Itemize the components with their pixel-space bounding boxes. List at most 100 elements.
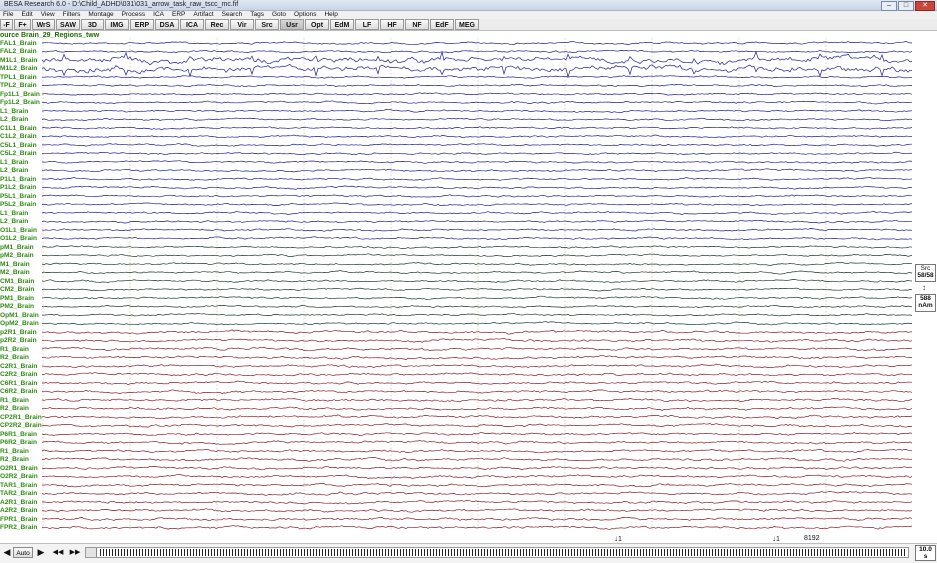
channel-label[interactable]: C2R2_Brain xyxy=(0,371,37,378)
channel-trace xyxy=(41,270,913,275)
play-icon[interactable]: ▶ xyxy=(35,546,47,559)
channel-label[interactable]: L1_Brain xyxy=(0,210,28,217)
channel-trace xyxy=(42,457,913,462)
channel-label[interactable]: P5L2_Brain xyxy=(0,201,36,208)
channel-label[interactable]: CP2R2_Brain xyxy=(0,422,42,429)
timeline-thumb[interactable] xyxy=(86,548,97,557)
channel-trace xyxy=(41,117,913,122)
channel-trace xyxy=(41,482,913,488)
first-page-icon[interactable]: ◀ xyxy=(2,546,12,559)
channel-label[interactable]: Fp1L1_Brain xyxy=(0,91,40,98)
channel-label[interactable]: P5L1_Brain xyxy=(0,193,36,200)
channel-label[interactable]: P1L2_Brain xyxy=(0,184,36,191)
channel-label[interactable]: FAL1_Brain xyxy=(0,40,37,47)
time-scale-unit: s xyxy=(923,553,928,560)
channel-label[interactable]: A2R2_Brain xyxy=(0,507,37,514)
channel-label[interactable]: C5L1_Brain xyxy=(0,142,37,149)
channel-label[interactable]: O1L2_Brain xyxy=(0,235,37,242)
channel-label[interactable]: R1_Brain xyxy=(0,346,29,353)
navigation-bar: ◀ Auto ▶ ◀◀ ▶▶ 10.0 s xyxy=(0,543,937,563)
channel-label[interactable]: R2_Brain xyxy=(0,456,29,463)
time-scale-box[interactable]: 10.0 s xyxy=(915,545,936,561)
page-back-icon[interactable]: ◀◀ xyxy=(50,546,66,559)
channel-label[interactable]: CM2_Brain xyxy=(0,286,34,293)
channel-label[interactable]: O2R2_Brain xyxy=(0,473,38,480)
channel-label[interactable]: C5L2_Brain xyxy=(0,150,37,157)
channel-label[interactable]: O1L1_Brain xyxy=(0,227,37,234)
channel-label[interactable]: C2R1_Brain xyxy=(0,363,37,370)
channel-label[interactable]: OpM1_Brain xyxy=(0,312,39,319)
channel-label[interactable]: TAR2_Brain xyxy=(0,490,37,497)
channel-label[interactable]: FAL2_Brain xyxy=(0,48,37,55)
channel-label[interactable]: P6R1_Brain xyxy=(0,431,37,438)
channel-label[interactable]: OpM2_Brain xyxy=(0,320,39,327)
channel-trace xyxy=(41,525,913,530)
channel-trace xyxy=(41,389,913,394)
channel-label[interactable]: TPL2_Brain xyxy=(0,82,37,89)
channel-trace xyxy=(41,372,913,377)
channel-trace xyxy=(41,363,913,369)
channel-label[interactable]: FPR1_Brain xyxy=(0,516,37,523)
channel-label[interactable]: FPR2_Brain xyxy=(0,524,37,531)
channel-label[interactable]: O2R1_Brain xyxy=(0,465,38,472)
time-scale-value: 10.0 xyxy=(919,546,932,553)
channel-label[interactable]: C6R1_Brain xyxy=(0,380,37,387)
channel-trace xyxy=(41,92,913,96)
channel-label[interactable]: M2_Brain xyxy=(0,269,30,276)
channel-label[interactable]: CM1_Brain xyxy=(0,278,34,285)
channel-label[interactable]: R1_Brain xyxy=(0,397,29,404)
timeline-ticks xyxy=(100,549,906,556)
channel-label[interactable]: TPL1_Brain xyxy=(0,74,37,81)
channel-trace xyxy=(41,177,913,181)
channel-label[interactable]: PM2_Brain xyxy=(0,303,34,310)
channel-label[interactable]: R1_Brain xyxy=(0,448,29,455)
channel-label[interactable]: M1_Brain xyxy=(0,261,30,268)
channel-label[interactable]: p2R2_Brain xyxy=(0,337,37,344)
channel-trace xyxy=(41,398,913,403)
eeg-trace-area[interactable] xyxy=(0,0,937,543)
channel-label[interactable]: pM2_Brain xyxy=(0,252,34,259)
channel-label[interactable]: p2R1_Brain xyxy=(0,329,37,336)
channel-trace xyxy=(41,406,913,411)
auto-button[interactable]: Auto xyxy=(13,547,33,558)
event-marker[interactable]: ↓1 xyxy=(614,535,622,544)
channel-trace xyxy=(41,262,913,266)
channel-trace xyxy=(41,448,913,454)
channel-label[interactable]: TAR1_Brain xyxy=(0,482,37,489)
channel-trace xyxy=(41,253,913,258)
channel-trace xyxy=(41,168,913,173)
channel-label[interactable]: C6R2_Brain xyxy=(0,388,37,395)
channel-label[interactable]: L2_Brain xyxy=(0,218,28,225)
channel-label[interactable]: M1L1_Brain xyxy=(0,57,37,64)
channel-label[interactable]: C1L1_Brain xyxy=(0,125,37,132)
amplitude-scale-box[interactable]: 588 nAm xyxy=(915,294,936,312)
source-count-box[interactable]: Src 58/58 xyxy=(915,264,936,282)
channel-label[interactable]: L2_Brain xyxy=(0,167,28,174)
channel-label[interactable]: L1_Brain xyxy=(0,108,28,115)
channel-trace xyxy=(41,304,913,309)
channel-trace xyxy=(42,517,913,522)
channel-label[interactable]: CP2R1_Brain xyxy=(0,414,42,421)
channel-label[interactable]: PM1_Brain xyxy=(0,295,34,302)
channel-label[interactable]: pM1_Brain xyxy=(0,244,34,251)
channel-label[interactable]: L2_Brain xyxy=(0,116,28,123)
channel-label[interactable]: R2_Brain xyxy=(0,354,29,361)
channel-label[interactable]: A2R1_Brain xyxy=(0,499,37,506)
timeline-scrollbar[interactable] xyxy=(85,547,909,558)
channel-trace xyxy=(41,143,912,147)
amplitude-scale-unit: nAm xyxy=(918,302,933,309)
page-forward-icon[interactable]: ▶▶ xyxy=(67,546,83,559)
channel-trace xyxy=(41,295,913,300)
channel-label[interactable]: M1L2_Brain xyxy=(0,65,37,72)
event-marker[interactable]: ↓1 xyxy=(772,535,780,544)
channel-label[interactable]: L1_Brain xyxy=(0,159,28,166)
channel-trace xyxy=(41,194,913,198)
channel-trace xyxy=(41,431,913,436)
channel-label[interactable]: R2_Brain xyxy=(0,405,29,412)
channel-label[interactable]: P6R2_Brain xyxy=(0,439,37,446)
channel-label[interactable]: Fp1L2_Brain xyxy=(0,99,40,106)
channel-trace xyxy=(41,126,913,131)
channel-label[interactable]: C1L2_Brain xyxy=(0,133,37,140)
channel-label[interactable]: P1L1_Brain xyxy=(0,176,36,183)
channel-trace xyxy=(41,440,913,445)
